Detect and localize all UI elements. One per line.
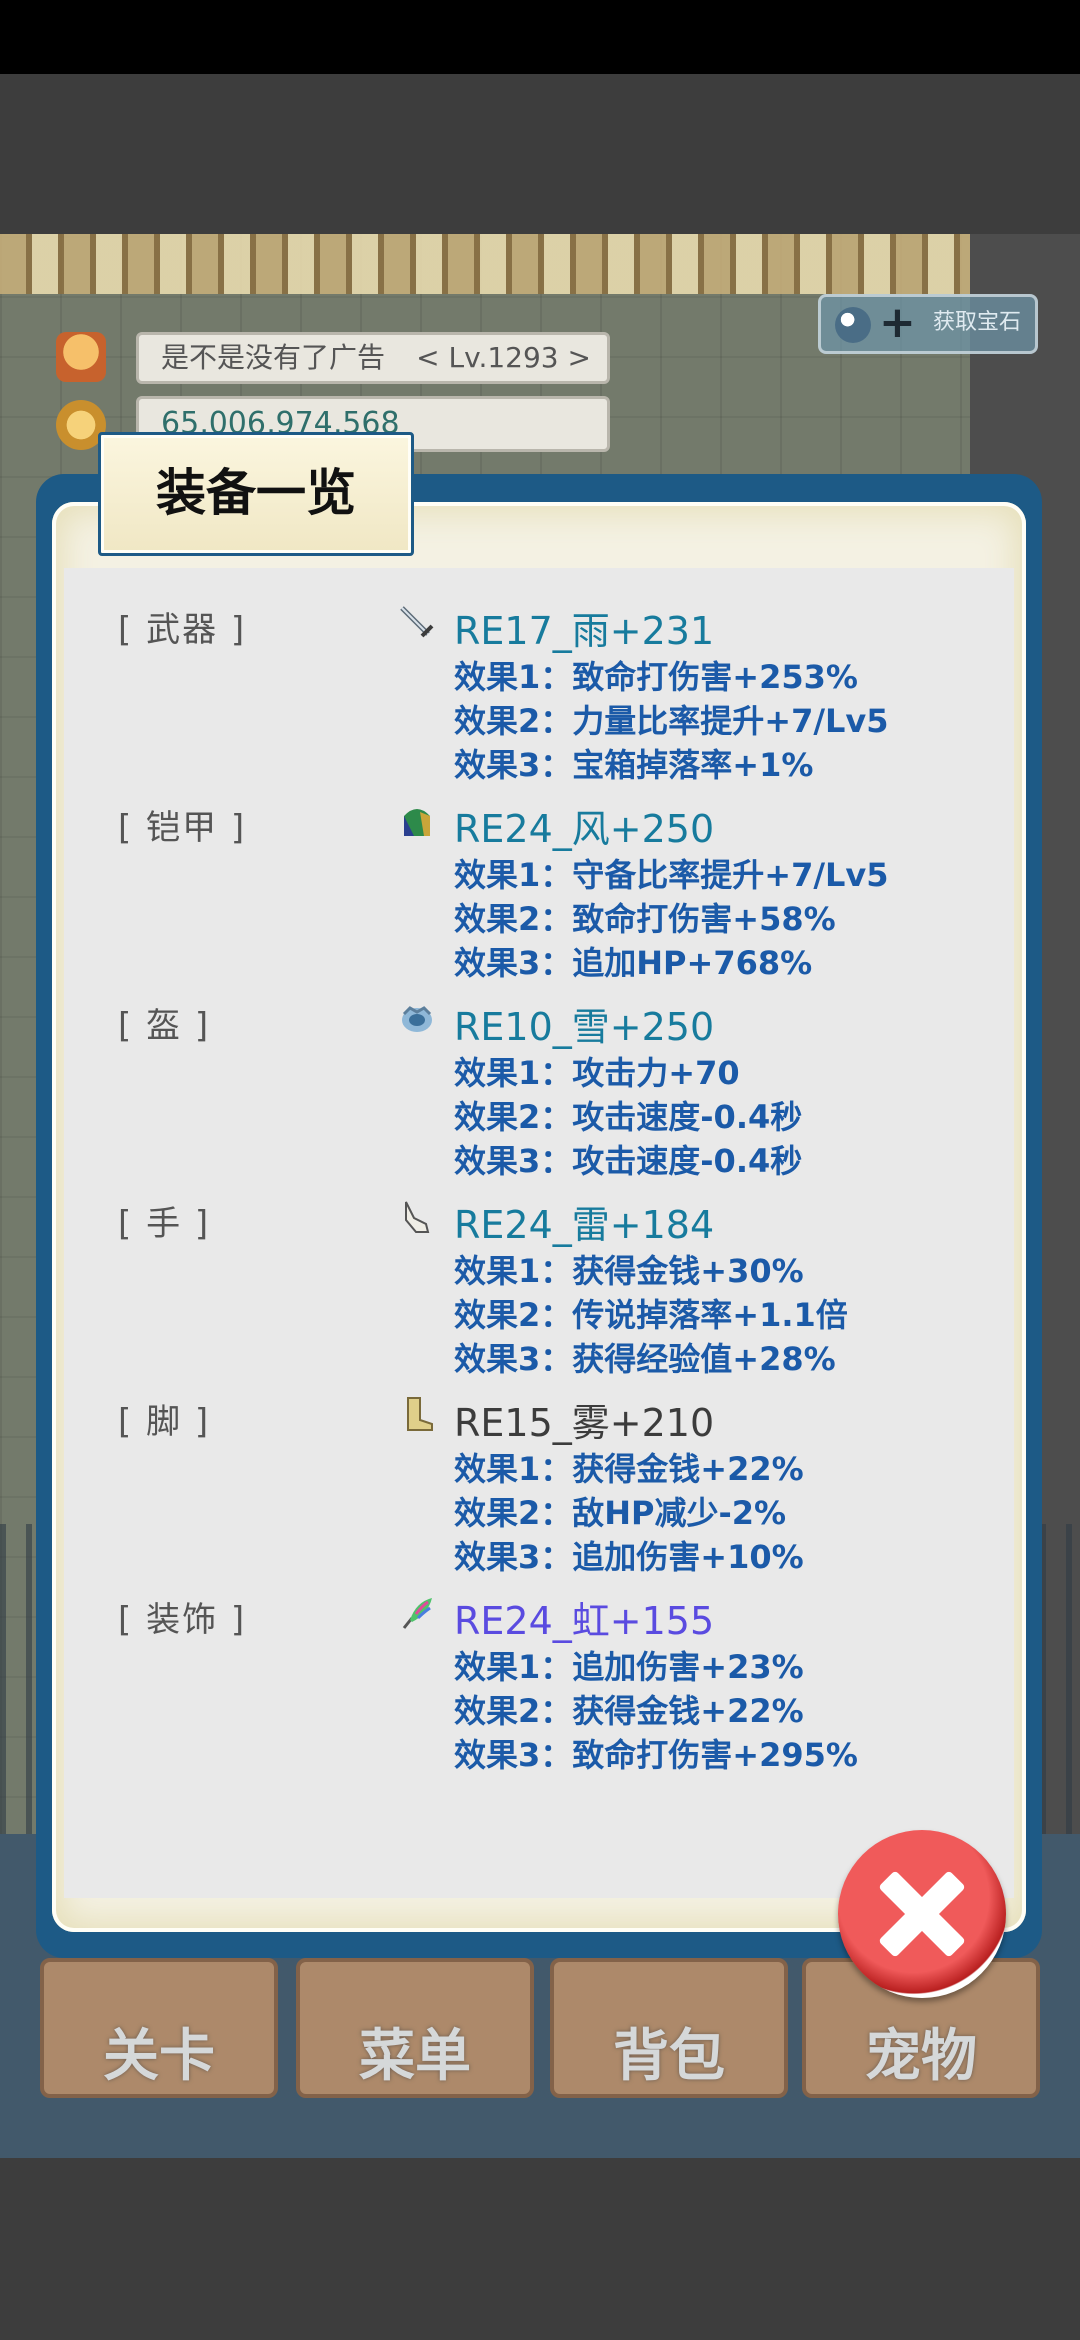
player-level: < Lv.1293 > <box>416 341 591 374</box>
scene-ceiling <box>0 234 970 294</box>
helmet-effect-3: 效果3：攻击速度-0.4秒 <box>454 1142 803 1180</box>
slot-label-armor: [ 铠甲 ] <box>118 808 247 848</box>
slot-label-hand: [ 手 ] <box>118 1204 211 1244</box>
slot-label-helmet: [ 盔 ] <box>118 1006 211 1046</box>
sword-icon[interactable] <box>398 604 436 642</box>
hand-effect-1: 效果1：获得金钱+30% <box>454 1252 804 1290</box>
weapon-effect-2: 效果2：力量比率提升+7/Lv5 <box>454 702 889 740</box>
accessory-effect-3: 效果3：致命打伤害+295% <box>454 1736 858 1774</box>
helmet-icon[interactable] <box>398 1000 436 1038</box>
hand-effect-3: 效果3：获得经验值+28% <box>454 1340 836 1378</box>
foot-effect-3: 效果3：追加伤害+10% <box>454 1538 804 1576</box>
armor-effect-3: 效果3：追加HP+768% <box>454 944 813 982</box>
weapon-effect-3: 效果3：宝箱掉落率+1% <box>454 746 814 784</box>
item-name-accessory: RE24_虹+155 <box>454 1599 715 1643</box>
plus-icon: + <box>879 297 916 348</box>
letterbox-top <box>0 74 1080 234</box>
armor-effect-2: 效果2：致命打伤害+58% <box>454 900 836 938</box>
get-gem-label: 获取宝石 <box>932 310 1021 335</box>
item-name-helmet: RE10_雪+250 <box>454 1005 715 1049</box>
close-button[interactable] <box>838 1830 1006 1998</box>
slot-label-weapon: [ 武器 ] <box>118 610 247 650</box>
foot-effect-1: 效果1：获得金钱+22% <box>454 1450 804 1488</box>
nav-menu-button[interactable]: 菜单 <box>296 1958 534 2098</box>
nav-stage-button[interactable]: 关卡 <box>40 1958 278 2098</box>
weapon-effect-1: 效果1：致命打伤害+253% <box>454 658 858 696</box>
dialog-title: 装备一览 <box>98 432 414 556</box>
accessory-effect-1: 效果1：追加伤害+23% <box>454 1648 804 1686</box>
helmet-effect-2: 效果2：攻击速度-0.4秒 <box>454 1098 803 1136</box>
status-bar <box>0 0 1080 74</box>
item-name-armor: RE24_风+250 <box>454 807 715 851</box>
player-name-bar: 是不是没有了广告 < Lv.1293 > <box>136 332 610 384</box>
helmet-effect-1: 效果1：攻击力+70 <box>454 1054 740 1092</box>
accessory-effect-2: 效果2：获得金钱+22% <box>454 1692 804 1730</box>
slot-label-accessory: [ 装饰 ] <box>118 1600 247 1640</box>
foot-effect-2: 效果2：敌HP减少-2% <box>454 1494 787 1532</box>
item-name-hand: RE24_雷+184 <box>454 1203 715 1247</box>
item-name-weapon: RE17_雨+231 <box>454 609 715 653</box>
letterbox-bottom <box>0 2158 1080 2340</box>
slot-label-foot: [ 脚 ] <box>118 1402 211 1442</box>
feather-accessory-icon[interactable] <box>398 1594 436 1632</box>
glove-icon[interactable] <box>398 1198 436 1236</box>
boot-icon[interactable] <box>398 1396 436 1434</box>
get-gem-button[interactable]: + 获取宝石 <box>818 294 1038 354</box>
hand-effect-2: 效果2：传说掉落率+1.1倍 <box>454 1296 848 1334</box>
gem-icon <box>835 307 871 343</box>
nav-bag-button[interactable]: 背包 <box>550 1958 788 2098</box>
player-name: 是不是没有了广告 <box>161 341 386 374</box>
armor-icon[interactable] <box>398 802 436 840</box>
armor-effect-1: 效果1：守备比率提升+7/Lv5 <box>454 856 889 894</box>
player-avatar-icon[interactable] <box>56 332 106 382</box>
item-name-foot: RE15_雾+210 <box>454 1401 715 1445</box>
